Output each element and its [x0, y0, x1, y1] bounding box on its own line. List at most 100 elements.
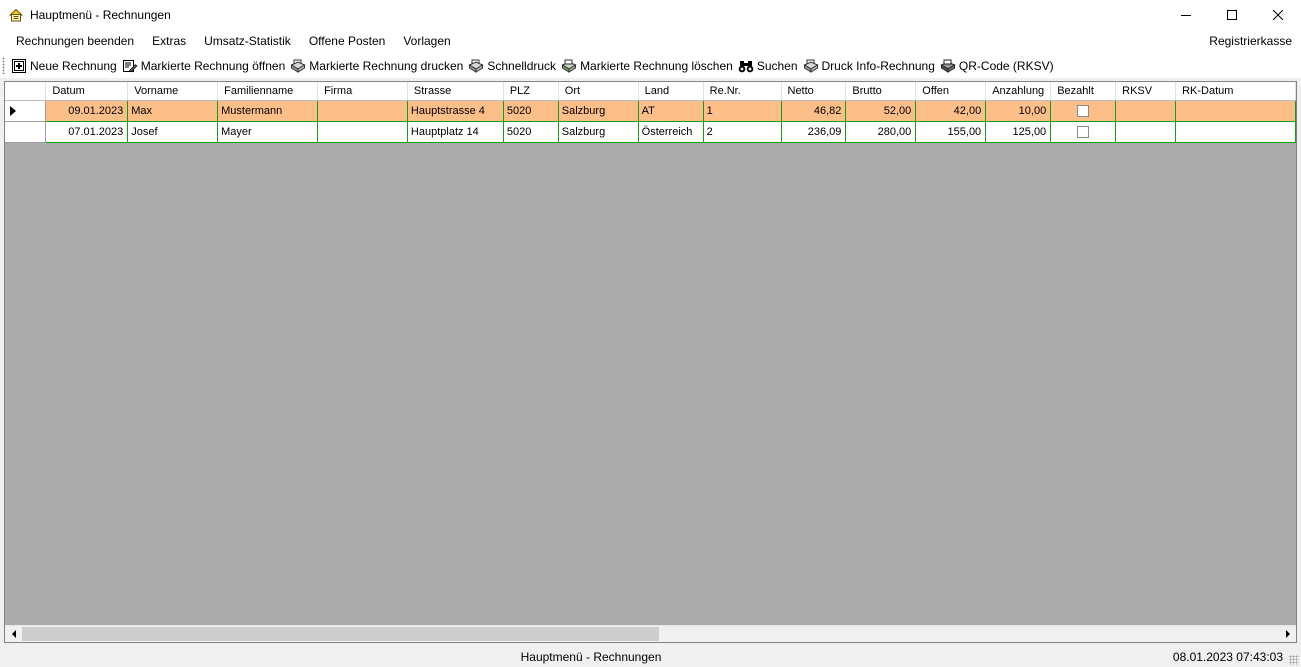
toolbar-grip[interactable]: [2, 57, 5, 74]
cell-rk-datum[interactable]: [1175, 121, 1296, 143]
cell-vorname[interactable]: Max: [127, 100, 219, 122]
cell-rksv[interactable]: [1115, 100, 1177, 122]
column-header-datum[interactable]: Datum: [45, 82, 129, 101]
search-label: Suchen: [756, 58, 798, 73]
cell-brutto[interactable]: 280,00: [845, 121, 917, 143]
invoice-table: Datum Vorname Familienname Firma Strasse…: [5, 82, 1296, 143]
cell-plz[interactable]: 5020: [503, 100, 559, 122]
delete-document-icon: [561, 58, 577, 74]
cell-land[interactable]: AT: [638, 100, 704, 122]
menu-vorlagen[interactable]: Vorlagen: [394, 29, 459, 53]
table-row[interactable]: 07.01.2023 Josef Mayer Hauptplatz 14 502…: [5, 121, 1296, 143]
cell-bezahlt[interactable]: [1050, 100, 1117, 122]
column-header-rksv[interactable]: RKSV: [1115, 82, 1177, 101]
scroll-right-icon: [1285, 630, 1290, 638]
column-header-strasse[interactable]: Strasse: [407, 82, 504, 101]
column-header-vorname[interactable]: Vorname: [127, 82, 219, 101]
cell-brutto[interactable]: 52,00: [845, 100, 917, 122]
maximize-button[interactable]: [1209, 0, 1255, 29]
app-window: Hauptmenü - Rechnungen Rechnungen beende…: [0, 0, 1301, 667]
cell-vorname[interactable]: Josef: [127, 121, 219, 143]
qr-code-rksv-button[interactable]: QR-Code (RKSV): [938, 55, 1057, 77]
column-header-renr[interactable]: Re.Nr.: [703, 82, 782, 101]
minimize-icon: [1181, 14, 1191, 16]
close-button[interactable]: [1255, 0, 1301, 29]
print-info-invoice-button[interactable]: Druck Info-Rechnung: [801, 55, 938, 77]
scroll-left-icon: [11, 630, 16, 638]
column-header-brutto[interactable]: Brutto: [845, 82, 917, 101]
column-header-ort[interactable]: Ort: [558, 82, 639, 101]
column-header-land[interactable]: Land: [638, 82, 704, 101]
column-header-plz[interactable]: PLZ: [503, 82, 559, 101]
delete-invoice-button[interactable]: Markierte Rechnung löschen: [559, 55, 736, 77]
binoculars-icon: [738, 58, 754, 74]
menu-rechnungen-beenden[interactable]: Rechnungen beenden: [7, 29, 143, 53]
search-button[interactable]: Suchen: [736, 55, 801, 77]
horizontal-scrollbar[interactable]: [5, 625, 1296, 642]
cell-firma[interactable]: [317, 100, 408, 122]
cell-bezahlt[interactable]: [1050, 121, 1117, 143]
cell-ort[interactable]: Salzburg: [558, 100, 639, 122]
scroll-right-button[interactable]: [1279, 626, 1296, 642]
cell-plz[interactable]: 5020: [503, 121, 559, 143]
row-header[interactable]: [5, 100, 47, 122]
cell-renr[interactable]: 2: [703, 121, 782, 143]
cell-anzahlung[interactable]: 10,00: [985, 100, 1052, 122]
cell-netto[interactable]: 46,82: [781, 100, 847, 122]
open-invoice-button[interactable]: Markierte Rechnung öffnen: [120, 55, 289, 77]
cell-offen[interactable]: 155,00: [915, 121, 987, 143]
menu-bar: Rechnungen beenden Extras Umsatz-Statist…: [0, 29, 1301, 53]
cell-offen[interactable]: 42,00: [915, 100, 987, 122]
cell-datum[interactable]: 09.01.2023: [45, 100, 129, 122]
cell-strasse[interactable]: Hauptstrasse 4: [407, 100, 504, 122]
cell-anzahlung[interactable]: 125,00: [985, 121, 1052, 143]
cell-datum[interactable]: 07.01.2023: [45, 121, 129, 143]
column-header-familienname[interactable]: Familienname: [217, 82, 319, 101]
new-invoice-button[interactable]: Neue Rechnung: [9, 55, 120, 77]
cell-ort[interactable]: Salzburg: [558, 121, 639, 143]
row-header-corner[interactable]: [5, 82, 47, 101]
row-header[interactable]: [5, 121, 47, 143]
scroll-left-button[interactable]: [5, 626, 22, 642]
menu-offene-posten[interactable]: Offene Posten: [300, 29, 395, 53]
cell-land[interactable]: Österreich: [638, 121, 704, 143]
column-header-netto[interactable]: Netto: [781, 82, 847, 101]
menu-extras[interactable]: Extras: [143, 29, 195, 53]
cell-renr[interactable]: 1: [703, 100, 782, 122]
quick-print-button[interactable]: Schnelldruck: [466, 55, 559, 77]
invoice-grid[interactable]: Datum Vorname Familienname Firma Strasse…: [4, 81, 1297, 643]
qr-code-rksv-label: QR-Code (RKSV): [958, 58, 1054, 73]
cell-strasse[interactable]: Hauptplatz 14: [407, 121, 504, 143]
menu-registrierkasse[interactable]: Registrierkasse: [1209, 29, 1292, 53]
bezahlt-checkbox[interactable]: [1076, 125, 1089, 138]
cell-familienname[interactable]: Mustermann: [217, 100, 319, 122]
column-header-rk-datum[interactable]: RK-Datum: [1175, 82, 1296, 101]
scrollbar-thumb[interactable]: [22, 627, 659, 641]
title-bar: Hauptmenü - Rechnungen: [0, 0, 1301, 29]
column-header-firma[interactable]: Firma: [317, 82, 408, 101]
quick-print-icon: [468, 58, 484, 74]
table-row[interactable]: 09.01.2023 Max Mustermann Hauptstrasse 4…: [5, 100, 1296, 122]
print-info-invoice-label: Druck Info-Rechnung: [821, 58, 935, 73]
print-invoice-button[interactable]: Markierte Rechnung drucken: [288, 55, 466, 77]
edit-document-icon: [122, 58, 138, 74]
menu-umsatz-statistik[interactable]: Umsatz-Statistik: [195, 29, 300, 53]
cell-familienname[interactable]: Mayer: [217, 121, 319, 143]
cell-rk-datum[interactable]: [1175, 100, 1296, 122]
column-header-bezahlt[interactable]: Bezahlt: [1050, 82, 1117, 101]
print-invoice-label: Markierte Rechnung drucken: [309, 58, 464, 73]
column-header-offen[interactable]: Offen: [915, 82, 987, 101]
cell-rksv[interactable]: [1115, 121, 1177, 143]
new-document-icon: [11, 58, 27, 74]
toolbar: Neue Rechnung Markierte Rechnung öffnen …: [0, 53, 1301, 78]
bezahlt-checkbox[interactable]: [1076, 104, 1089, 117]
minimize-button[interactable]: [1163, 0, 1209, 29]
column-header-anzahlung[interactable]: Anzahlung: [985, 82, 1052, 101]
house-icon: [8, 8, 24, 22]
quick-print-label: Schnelldruck: [487, 58, 557, 73]
resize-grip[interactable]: [1289, 655, 1299, 665]
cell-firma[interactable]: [317, 121, 408, 143]
close-icon: [1273, 9, 1283, 20]
cell-netto[interactable]: 236,09: [781, 121, 847, 143]
window-controls: [1163, 0, 1301, 29]
